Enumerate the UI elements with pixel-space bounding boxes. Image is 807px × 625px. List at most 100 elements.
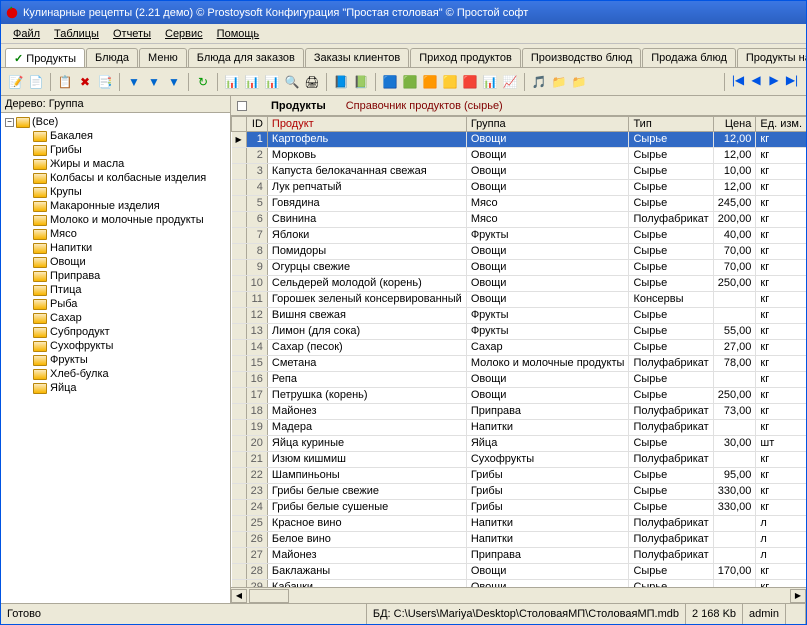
tree-item[interactable]: Мясо xyxy=(3,227,228,241)
tree-item[interactable]: Рыба xyxy=(3,297,228,311)
table-row[interactable]: 6СвининаМясоПолуфабрикат200,00кг xyxy=(232,212,807,228)
tool-print[interactable]: 🖨 xyxy=(303,73,321,91)
table-row[interactable]: 10Сельдерей молодой (корень)ОвощиСырье25… xyxy=(232,276,807,292)
tree-item[interactable]: Крупы xyxy=(3,185,228,199)
tree-item[interactable]: Сахар xyxy=(3,311,228,325)
collapse-icon[interactable]: − xyxy=(5,118,14,127)
tool-i[interactable]: 📁 xyxy=(550,73,568,91)
tree[interactable]: − (Все) БакалеяГрибыЖиры и маслаКолбасы … xyxy=(1,113,230,603)
tool-export2[interactable]: 📊 xyxy=(243,73,261,91)
tree-item[interactable]: Фрукты xyxy=(3,353,228,367)
tool-j[interactable]: 📁 xyxy=(570,73,588,91)
tool-b[interactable]: 📗 xyxy=(352,73,370,91)
tool-chart[interactable]: 📈 xyxy=(501,73,519,91)
table-row[interactable]: 25Красное виноНапиткиПолуфабрикатл xyxy=(232,516,807,532)
tree-root[interactable]: − (Все) xyxy=(3,115,228,129)
tool-filter3[interactable]: ▼ xyxy=(165,73,183,91)
col-Ед. изм.[interactable]: Ед. изм. xyxy=(756,117,806,132)
tool-g[interactable]: 🟥 xyxy=(461,73,479,91)
tool-new[interactable]: 📄 xyxy=(27,73,45,91)
tab-2[interactable]: Меню xyxy=(139,48,187,67)
nav-prev[interactable]: ◀ xyxy=(748,73,764,91)
tab-7[interactable]: Продажа блюд xyxy=(642,48,736,67)
tab-3[interactable]: Блюда для заказов xyxy=(188,48,304,67)
tree-item[interactable]: Субпродукт xyxy=(3,325,228,339)
table-row[interactable]: 18МайонезПриправаПолуфабрикат73,00кг xyxy=(232,404,807,420)
tree-item[interactable]: Приправа xyxy=(3,269,228,283)
table-row[interactable]: 19МадераНапиткиПолуфабрикаткг xyxy=(232,420,807,436)
tool-filter1[interactable]: ▼ xyxy=(125,73,143,91)
tab-4[interactable]: Заказы клиентов xyxy=(305,48,409,67)
tab-8[interactable]: Продукты на складе xyxy=(737,48,806,67)
tree-item[interactable]: Макаронные изделия xyxy=(3,199,228,213)
table-row[interactable]: 24Грибы белые сушеныеГрибыСырье330,00кг xyxy=(232,500,807,516)
col-Тип[interactable]: Тип xyxy=(629,117,713,132)
col-Цена[interactable]: Цена xyxy=(713,117,756,132)
scroll-left-icon[interactable]: ◀ xyxy=(231,589,247,603)
tool-copy[interactable]: 📋 xyxy=(56,73,74,91)
tool-export3[interactable]: 📊 xyxy=(263,73,281,91)
tree-item[interactable]: Колбасы и колбасные изделия xyxy=(3,171,228,185)
tool-f[interactable]: 🟨 xyxy=(441,73,459,91)
nav-next[interactable]: ▶ xyxy=(766,73,782,91)
tool-music[interactable]: 🎵 xyxy=(530,73,548,91)
tree-item[interactable]: Овощи xyxy=(3,255,228,269)
table-row[interactable]: 5ГовядинаМясоСырье245,00кг xyxy=(232,196,807,212)
tool-paste[interactable]: 📑 xyxy=(96,73,114,91)
tree-item[interactable]: Яйца xyxy=(3,381,228,395)
tool-c[interactable]: 🟦 xyxy=(381,73,399,91)
table-row[interactable]: 2МорковьОвощиСырье12,00кг xyxy=(232,148,807,164)
tree-item[interactable]: Бакалея xyxy=(3,129,228,143)
scroll-thumb[interactable] xyxy=(249,589,289,603)
table-row[interactable]: 15СметанаМолоко и молочные продуктыПолуф… xyxy=(232,356,807,372)
tool-e[interactable]: 🟧 xyxy=(421,73,439,91)
tree-item[interactable]: Молоко и молочные продукты xyxy=(3,213,228,227)
tool-search[interactable]: 🔍 xyxy=(283,73,301,91)
col-Группа[interactable]: Группа xyxy=(466,117,629,132)
tree-item[interactable]: Жиры и масла xyxy=(3,157,228,171)
menu-Помощь[interactable]: Помощь xyxy=(211,27,266,41)
table-row[interactable]: 26Белое виноНапиткиПолуфабрикатл xyxy=(232,532,807,548)
col-Продукт[interactable]: Продукт xyxy=(267,117,466,132)
col-ID[interactable]: ID xyxy=(246,117,267,132)
tree-item[interactable]: Напитки xyxy=(3,241,228,255)
table-row[interactable]: 17Петрушка (корень)ОвощиСырье250,00кг xyxy=(232,388,807,404)
table-row[interactable]: 20Яйца куриныеЯйцаСырье30,00шт xyxy=(232,436,807,452)
tool-export1[interactable]: 📊 xyxy=(223,73,241,91)
tab-6[interactable]: Производство блюд xyxy=(522,48,641,67)
table-row[interactable]: 9Огурцы свежиеОвощиСырье70,00кг xyxy=(232,260,807,276)
tool-edit[interactable]: 📝 xyxy=(7,73,25,91)
table-row[interactable]: 12Вишня свежаяФруктыСырьекг xyxy=(232,308,807,324)
table-row[interactable]: 11Горошек зеленый консервированныйОвощиК… xyxy=(232,292,807,308)
nav-first[interactable]: |◀ xyxy=(730,73,746,91)
tool-refresh[interactable]: ↻ xyxy=(194,73,212,91)
scroll-right-icon[interactable]: ▶ xyxy=(790,589,806,603)
table-row[interactable]: 21Изюм кишмишСухофруктыПолуфабрикаткг xyxy=(232,452,807,468)
tree-item[interactable]: Сухофрукты xyxy=(3,339,228,353)
table-row[interactable]: 22ШампиньоныГрибыСырье95,00кг xyxy=(232,468,807,484)
table-row[interactable]: 16РепаОвощиСырьекг xyxy=(232,372,807,388)
nav-last[interactable]: ▶| xyxy=(784,73,800,91)
col-rowhead[interactable] xyxy=(232,117,247,132)
menu-Файл[interactable]: Файл xyxy=(7,27,46,41)
menu-Отчеты[interactable]: Отчеты xyxy=(107,27,157,41)
table-row[interactable]: 13Лимон (для сока)ФруктыСырье55,00кг xyxy=(232,324,807,340)
table-row[interactable]: 8ПомидорыОвощиСырье70,00кг xyxy=(232,244,807,260)
table-row[interactable]: 27МайонезПриправаПолуфабрикатл xyxy=(232,548,807,564)
table-row[interactable]: 1КартофельОвощиСырье12,00кг xyxy=(232,132,807,148)
table-row[interactable]: 3Капуста белокачанная свежаяОвощиСырье10… xyxy=(232,164,807,180)
table-row[interactable]: 23Грибы белые свежиеГрибыСырье330,00кг xyxy=(232,484,807,500)
tool-a[interactable]: 📘 xyxy=(332,73,350,91)
tool-d[interactable]: 🟩 xyxy=(401,73,419,91)
table-row[interactable]: 14Сахар (песок)СахарСырье27,00кг xyxy=(232,340,807,356)
table-row[interactable]: 4Лук репчатыйОвощиСырье12,00кг xyxy=(232,180,807,196)
tool-delete[interactable]: ✖ xyxy=(76,73,94,91)
tree-item[interactable]: Хлеб-булка xyxy=(3,367,228,381)
table-row[interactable]: 29КабачкиОвощиСырьекг xyxy=(232,580,807,588)
tab-1[interactable]: Блюда xyxy=(86,48,138,67)
tree-item[interactable]: Грибы xyxy=(3,143,228,157)
table-row[interactable]: 28БаклажаныОвощиСырье170,00кг xyxy=(232,564,807,580)
tree-item[interactable]: Птица xyxy=(3,283,228,297)
tab-5[interactable]: Приход продуктов xyxy=(410,48,521,67)
tool-filter2[interactable]: ▼ xyxy=(145,73,163,91)
